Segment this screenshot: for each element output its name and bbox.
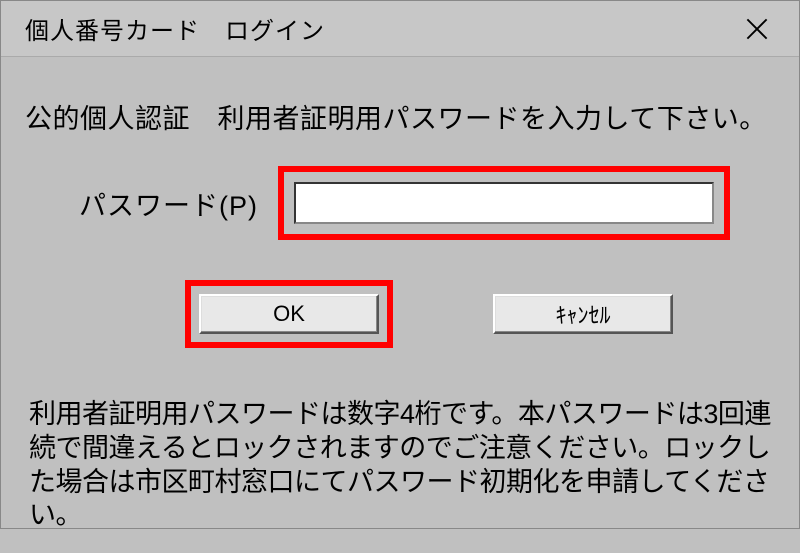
ok-highlight-box: OK (185, 280, 393, 348)
instruction-text: 公的個人認証 利用者証明用パスワードを入力して下さい。 (25, 97, 775, 136)
cancel-wrapper: ｷｬﾝｾﾙ (493, 280, 673, 348)
ok-button[interactable]: OK (199, 294, 379, 334)
password-row: パスワード(P) (25, 166, 775, 240)
password-label: パスワード(P) (79, 184, 258, 223)
note-text: 利用者証明用パスワードは数字4桁です。本パスワードは3回連続で間違えるとロックさ… (25, 398, 775, 533)
password-input[interactable] (294, 182, 714, 224)
dialog-title: 個人番号カード ログイン (25, 11, 325, 46)
button-row: OK ｷｬﾝｾﾙ (25, 280, 775, 348)
password-highlight-box (278, 166, 730, 240)
cancel-button[interactable]: ｷｬﾝｾﾙ (493, 294, 673, 334)
titlebar: 個人番号カード ログイン (1, 1, 799, 57)
close-button[interactable] (733, 5, 781, 53)
close-icon (746, 18, 768, 40)
dialog-body: 公的個人認証 利用者証明用パスワードを入力して下さい。 パスワード(P) OK … (1, 57, 799, 553)
